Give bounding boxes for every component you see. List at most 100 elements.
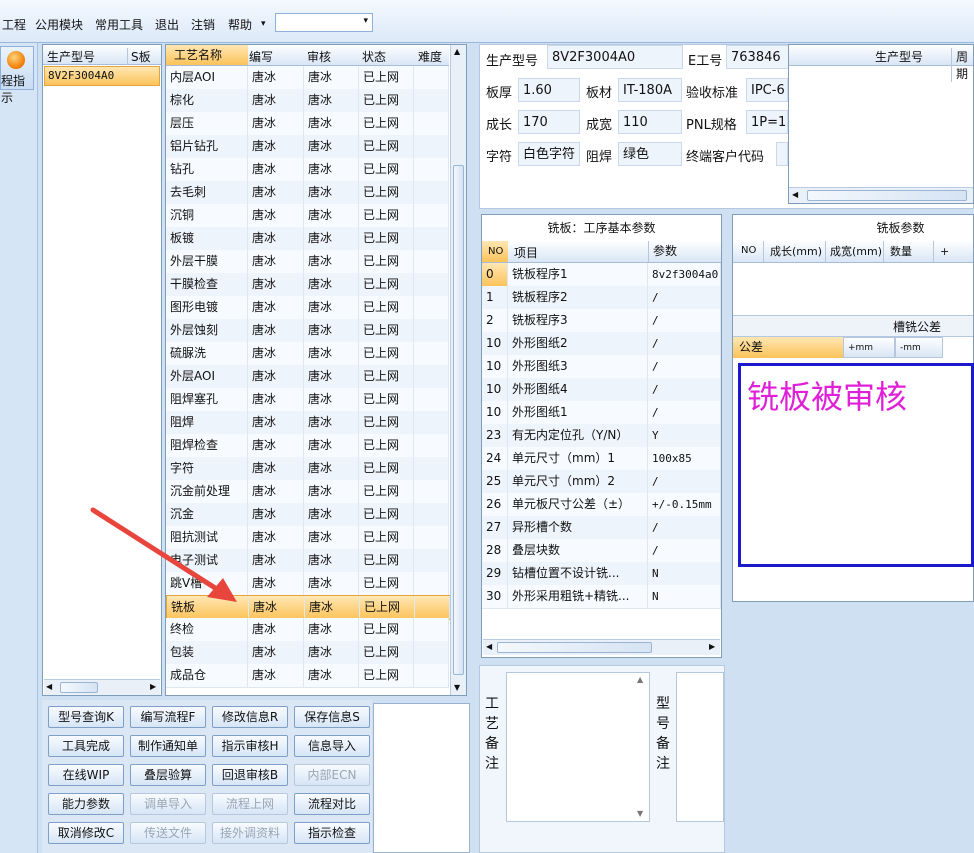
action-button[interactable]: 接外调资料 — [212, 822, 288, 844]
action-button[interactable]: 指示审核H — [212, 735, 288, 757]
tol-header-minus[interactable]: -mm — [895, 337, 943, 358]
header-writer[interactable]: 编写 — [249, 48, 273, 65]
action-button[interactable]: 内部ECN — [294, 764, 370, 786]
action-button[interactable]: 流程对比 — [294, 793, 370, 815]
header-model[interactable]: 生产型号 — [47, 48, 95, 65]
mask-value[interactable]: 绿色 — [618, 142, 682, 166]
params-header-value[interactable]: 参数 — [648, 241, 677, 262]
table-row[interactable]: 29 钻槽位置不设计铣... N — [482, 562, 721, 586]
table-row[interactable]: 钻孔 唐冰 唐冰 已上网 — [166, 158, 449, 182]
action-button[interactable]: 编写流程F — [130, 706, 206, 728]
table-row[interactable]: 终检 唐冰 唐冰 已上网 — [166, 618, 449, 642]
action-button[interactable]: 修改信息R — [212, 706, 288, 728]
mill-header-width[interactable]: 成宽(mm) — [825, 241, 882, 262]
mill-header-add[interactable]: + — [933, 241, 949, 262]
standard-value[interactable]: IPC-6 — [746, 78, 788, 102]
table-row[interactable]: 外层AOI 唐冰 唐冰 已上网 — [166, 365, 449, 389]
help-chevron-icon[interactable]: ▾ — [261, 19, 266, 29]
header-status[interactable]: 状态 — [362, 48, 386, 65]
scroll-right-icon[interactable]: ▶ — [150, 682, 156, 691]
action-button[interactable]: 回退审核B — [212, 764, 288, 786]
process-remarks-field[interactable]: ▲ ▼ — [506, 672, 650, 822]
table-row[interactable]: 24 单元尺寸（mm）1 100x85 — [482, 447, 721, 471]
params-header-item[interactable]: 项目 — [514, 244, 538, 261]
model-row[interactable]: 8V2F3004A0 — [44, 66, 160, 86]
header-s-board[interactable]: S板 — [127, 48, 151, 65]
header-difficulty[interactable]: 难度 — [418, 48, 442, 65]
scroll-up-icon[interactable]: ▲ — [454, 47, 460, 56]
table-row[interactable]: 阻焊 唐冰 唐冰 已上网 — [166, 411, 449, 435]
remarks-up-icon[interactable]: ▲ — [637, 675, 643, 684]
action-button[interactable]: 信息导入 — [294, 735, 370, 757]
table-row[interactable]: 棕化 唐冰 唐冰 已上网 — [166, 89, 449, 113]
menu-common-tools[interactable]: 常用工具 — [95, 16, 143, 33]
model-remarks-field[interactable] — [676, 672, 724, 822]
table-row[interactable]: 28 叠层块数 / — [482, 539, 721, 563]
table-row[interactable]: 铝片钻孔 唐冰 唐冰 已上网 — [166, 135, 449, 159]
menu-project[interactable]: 工程 — [2, 16, 26, 33]
action-button[interactable]: 取消修改C — [48, 822, 124, 844]
action-button[interactable]: 能力参数 — [48, 793, 124, 815]
menu-logout[interactable]: 注销 — [191, 16, 215, 33]
tol-header-plus[interactable]: +mm — [843, 337, 895, 358]
width-value[interactable]: 110 — [618, 110, 682, 134]
table-row[interactable]: 10 外形图纸3/ — [482, 355, 721, 379]
table-row[interactable]: 27 异形槽个数 / — [482, 516, 721, 540]
table-row[interactable]: 26 单元板尺寸公差（±） +/-0.15mm — [482, 493, 721, 517]
mini-scroll-left-icon[interactable]: ◀ — [792, 190, 798, 199]
action-button[interactable]: 传送文件 — [130, 822, 206, 844]
mini-hscroll[interactable]: ◀ — [789, 187, 973, 203]
params-scroll-right-icon[interactable]: ▶ — [709, 642, 715, 651]
char-value[interactable]: 白色字符 — [518, 142, 580, 166]
thickness-value[interactable]: 1.60 — [518, 78, 580, 102]
table-row[interactable]: 层压 唐冰 唐冰 已上网 — [166, 112, 449, 136]
pnl-value[interactable]: 1P=1( — [746, 110, 788, 134]
menu-help[interactable]: 帮助 — [228, 16, 252, 33]
table-row[interactable]: 10 外形图纸1/ — [482, 401, 721, 425]
remarks-down-icon[interactable]: ▼ — [637, 809, 643, 818]
table-row[interactable]: 图形电镀 唐冰 唐冰 已上网 — [166, 296, 449, 320]
header-reviewer[interactable]: 审核 — [307, 48, 331, 65]
table-row[interactable]: 0 铣板程序1 8v2f3004a0 — [482, 263, 721, 287]
material-value[interactable]: IT-180A — [618, 78, 682, 102]
table-row[interactable]: 2 铣板程序3/ — [482, 309, 721, 333]
model-hscroll-thumb[interactable] — [60, 682, 98, 693]
length-value[interactable]: 170 — [518, 110, 580, 134]
params-hscroll-thumb[interactable] — [497, 642, 652, 653]
table-row[interactable]: 成品仓 唐冰 唐冰 已上网 — [166, 664, 449, 688]
mini-hscroll-thumb[interactable] — [807, 190, 967, 201]
menu-common-module[interactable]: 公用模块 — [35, 16, 83, 33]
model-hscroll[interactable]: ◀ ▶ — [44, 679, 160, 695]
table-row[interactable]: 干膜检查 唐冰 唐冰 已上网 — [166, 273, 449, 297]
process-vscroll-thumb[interactable] — [453, 165, 464, 675]
params-hscroll[interactable]: ◀ ▶ — [483, 639, 720, 655]
table-row[interactable]: 去毛刺 唐冰 唐冰 已上网 — [166, 181, 449, 205]
table-row[interactable]: 板镀 唐冰 唐冰 已上网 — [166, 227, 449, 251]
table-row[interactable]: 10 外形图纸2/ — [482, 332, 721, 356]
process-vscroll[interactable]: ▲ ▼ — [450, 45, 466, 695]
table-row[interactable]: 硫脲洗 唐冰 唐冰 已上网 — [166, 342, 449, 366]
header-process-name[interactable]: 工艺名称 — [166, 45, 248, 65]
mini-header-model[interactable]: 生产型号 — [875, 48, 923, 65]
table-row[interactable]: 字符 唐冰 唐冰 已上网 — [166, 457, 449, 481]
params-scroll-left-icon[interactable]: ◀ — [486, 642, 492, 651]
table-row[interactable]: 25 单元尺寸（mm）2/ — [482, 470, 721, 494]
table-row[interactable]: 外层蚀刻 唐冰 唐冰 已上网 — [166, 319, 449, 343]
table-row[interactable]: 沉铜 唐冰 唐冰 已上网 — [166, 204, 449, 228]
table-row[interactable]: 30 外形采用粗铣+精铣... N — [482, 585, 721, 609]
toolbar-dropdown[interactable]: ▾ — [275, 13, 373, 32]
table-row[interactable]: 阻焊检查 唐冰 唐冰 已上网 — [166, 434, 449, 458]
tol-header-tolerance[interactable]: 公差 — [733, 337, 843, 358]
mill-header-length[interactable]: 成长(mm) — [763, 241, 822, 262]
table-row[interactable]: 10 外形图纸4/ — [482, 378, 721, 402]
mill-header-qty[interactable]: 数量 — [883, 241, 912, 262]
table-row[interactable]: 包装 唐冰 唐冰 已上网 — [166, 641, 449, 665]
table-row[interactable]: 1 铣板程序2/ — [482, 286, 721, 310]
table-row[interactable]: 阻焊塞孔 唐冰 唐冰 已上网 — [166, 388, 449, 412]
mini-header-cycle[interactable]: 周期 — [951, 48, 973, 82]
action-button[interactable]: 叠层验算 — [130, 764, 206, 786]
customer-value[interactable] — [776, 142, 788, 166]
model-value[interactable]: 8V2F3004A0 — [547, 45, 683, 69]
params-header-no[interactable]: NO — [482, 241, 508, 262]
action-button[interactable]: 工具完成 — [48, 735, 124, 757]
